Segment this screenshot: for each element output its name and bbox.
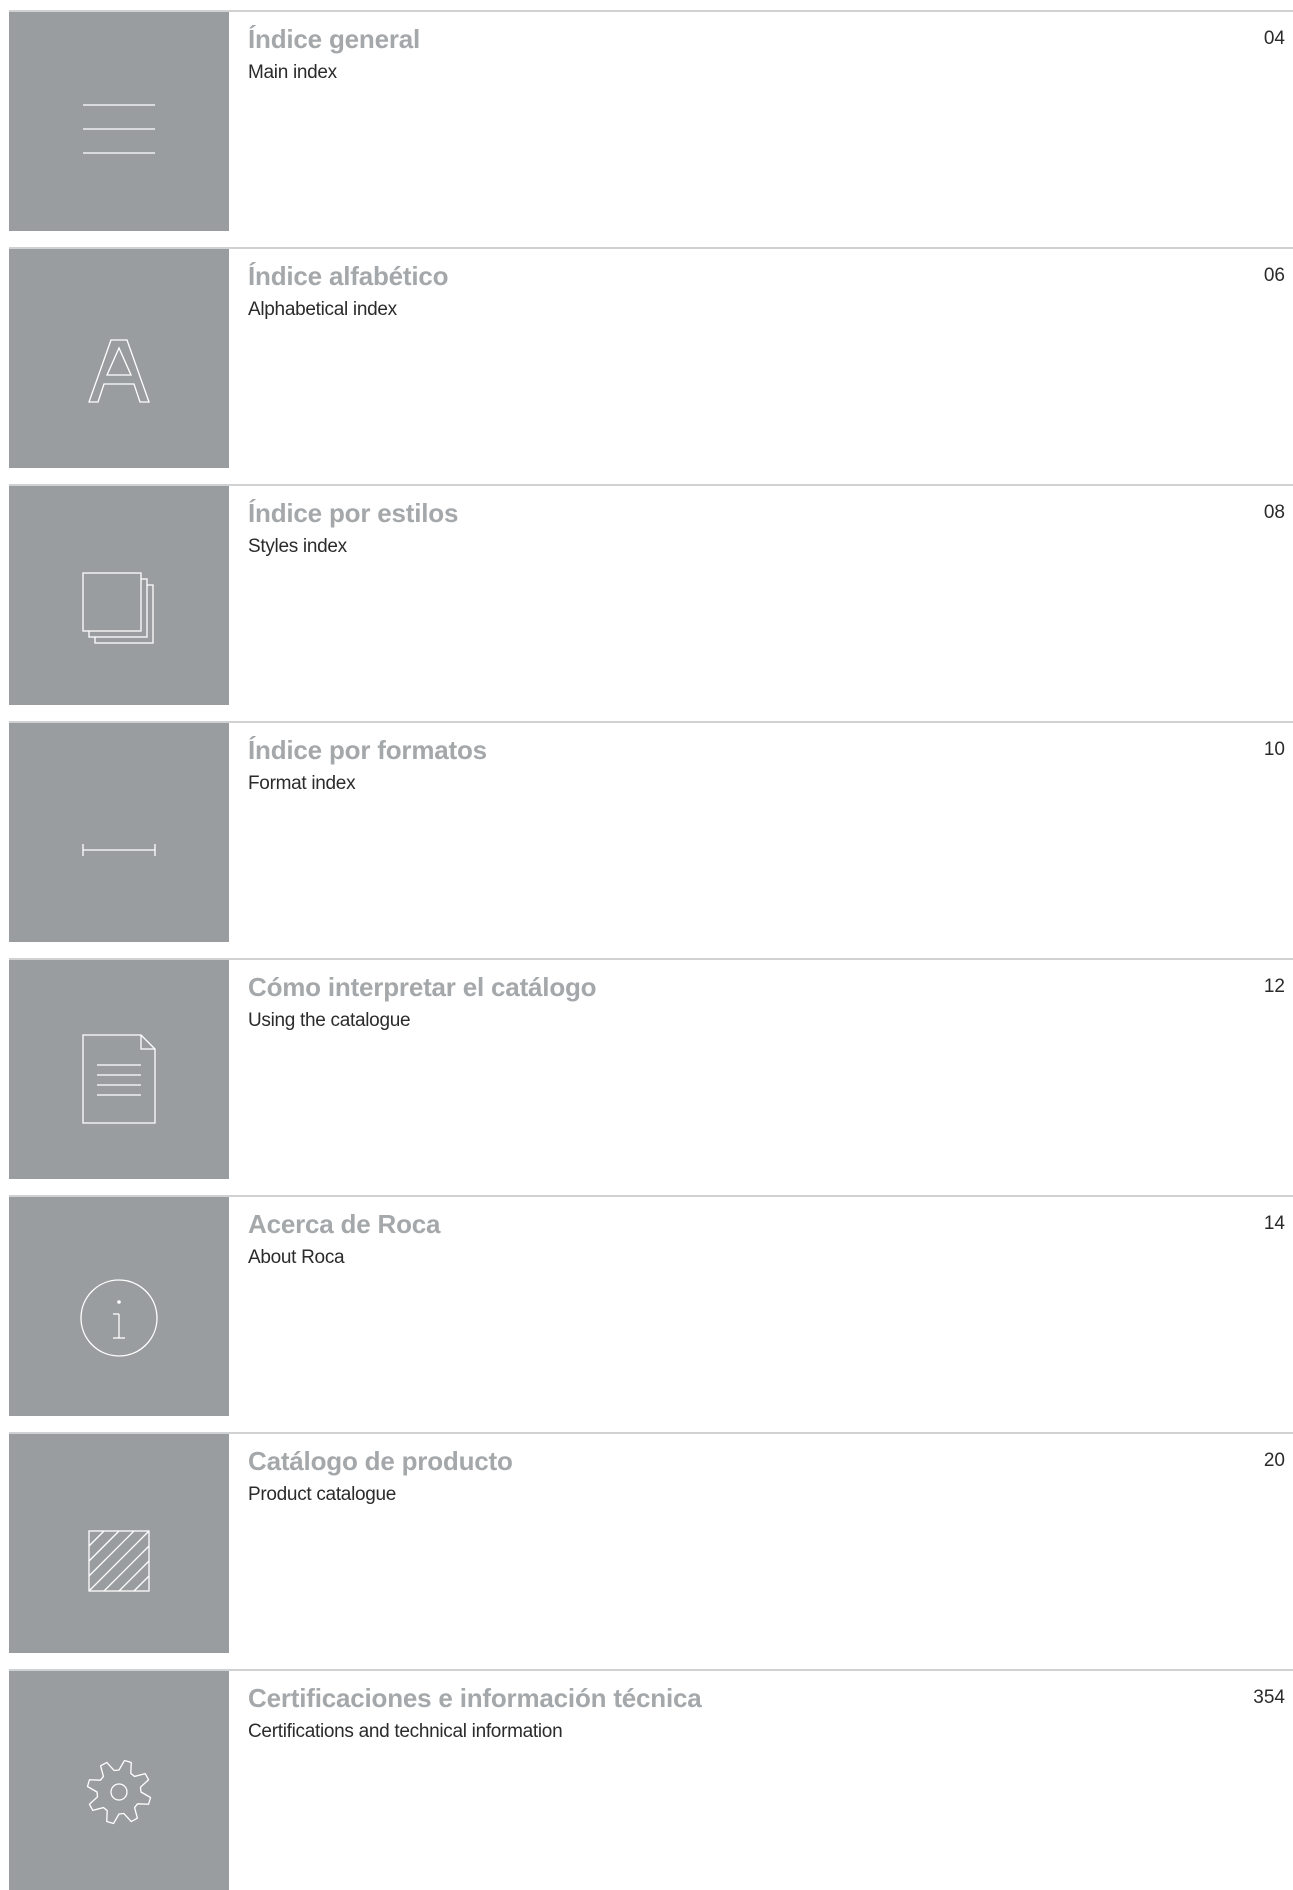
toc-entry-certifications[interactable]: Certificaciones e información técnica Ce… (9, 1669, 1293, 1890)
entry-title: Índice por estilos (248, 498, 459, 528)
stacked-squares-icon (82, 571, 154, 644)
toc-entry-about-roca[interactable]: Acerca de Roca About Roca 14 (9, 1195, 1293, 1416)
icon-tile (9, 486, 229, 705)
toc-entry-using-catalogue[interactable]: Cómo interpretar el catálogo Using the c… (9, 958, 1293, 1179)
entry-subtitle: Styles index (248, 536, 347, 557)
toc-entry-main-index[interactable]: Índice general Main index 04 (9, 10, 1293, 231)
document-icon (82, 1033, 156, 1124)
toc-entry-format-index[interactable]: Índice por formatos Format index 10 (9, 721, 1293, 942)
entry-title: Índice por formatos (248, 735, 487, 765)
icon-tile (9, 960, 229, 1179)
table-of-contents: Índice general Main index 04 Índice alfa… (9, 10, 1293, 1890)
hatched-square-icon (88, 1529, 150, 1592)
icon-tile (9, 1197, 229, 1416)
toc-entry-styles-index[interactable]: Índice por estilos Styles index 08 (9, 484, 1293, 705)
entry-subtitle: Format index (248, 773, 356, 794)
toc-entry-alphabetical-index[interactable]: Índice alfabético Alphabetical index 06 (9, 247, 1293, 468)
entry-page-number: 10 (1263, 739, 1285, 760)
entry-subtitle: Alphabetical index (248, 299, 397, 320)
menu-lines-icon (83, 103, 155, 154)
entry-title: Catálogo de producto (248, 1446, 513, 1476)
entry-subtitle: Using the catalogue (248, 1010, 411, 1031)
entry-title: Certificaciones e información técnica (248, 1683, 702, 1713)
icon-tile (9, 249, 229, 468)
entry-subtitle: Main index (248, 62, 337, 83)
entry-subtitle: Certifications and technical information (248, 1721, 563, 1742)
entry-page-number: 04 (1263, 28, 1285, 49)
entry-subtitle: Product catalogue (248, 1484, 397, 1505)
entry-title: Índice general (248, 24, 421, 54)
icon-tile (9, 723, 229, 942)
info-circle-icon (80, 1278, 158, 1357)
icon-tile (9, 12, 229, 231)
dimension-line-icon (82, 843, 156, 856)
entry-page-number: 06 (1263, 265, 1285, 286)
entry-page-number: 08 (1263, 502, 1285, 523)
entry-page-number: 354 (1253, 1687, 1285, 1708)
icon-tile (9, 1671, 229, 1890)
entry-page-number: 20 (1263, 1450, 1285, 1471)
entry-title: Acerca de Roca (248, 1209, 441, 1239)
entry-page-number: 12 (1263, 976, 1285, 997)
icon-tile (9, 1434, 229, 1653)
letter-a-icon (88, 338, 150, 403)
entry-title: Índice alfabético (248, 261, 449, 291)
gear-icon (86, 1759, 152, 1824)
entry-title: Cómo interpretar el catálogo (248, 972, 597, 1002)
toc-entry-product-catalogue[interactable]: Catálogo de producto Product catalogue 2… (9, 1432, 1293, 1653)
entry-subtitle: About Roca (248, 1247, 345, 1268)
entry-page-number: 14 (1263, 1213, 1285, 1234)
